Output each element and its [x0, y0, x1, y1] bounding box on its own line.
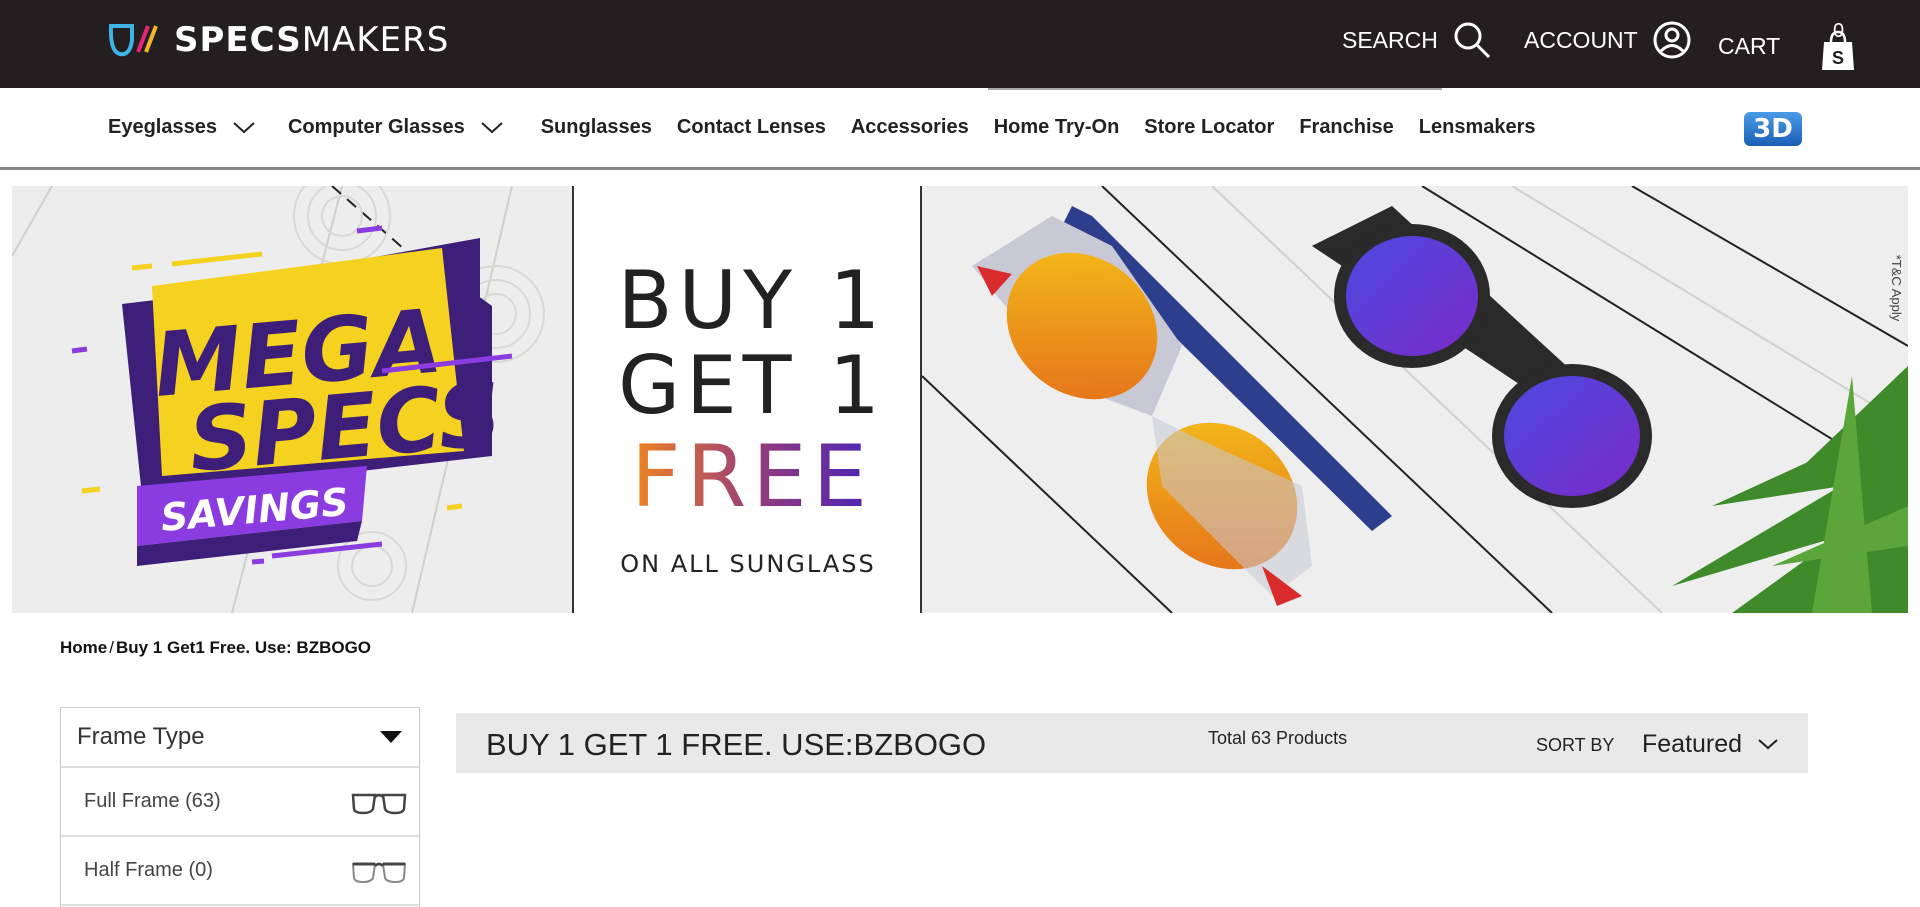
nav-item-lensmakers[interactable]: Lensmakers [1419, 116, 1536, 139]
caret-down-icon [380, 731, 402, 743]
breadcrumb-home[interactable]: Home [60, 638, 107, 658]
nav-item-home-try-on[interactable]: Home Try-On [994, 116, 1120, 139]
sort-select[interactable]: Featured [1642, 730, 1778, 759]
chevron-down-icon [1758, 739, 1778, 750]
filter-title: Frame Type [77, 723, 205, 750]
filter-option-label: Full Frame (63) [84, 790, 221, 812]
half-frame-glasses-icon [351, 862, 407, 883]
banner-tc-text: *T&C Apply [1889, 255, 1904, 322]
sort-selected-value: Featured [1642, 730, 1743, 758]
nav-item-label: Accessories [850, 116, 969, 138]
nav-item-accessories[interactable]: Accessories [851, 116, 969, 139]
nav-item-eyeglasses[interactable]: Eyeglasses [108, 116, 255, 139]
nav-item-contact-lenses[interactable]: Contact Lenses [677, 116, 826, 139]
nav-item-label: Home Try-On [993, 116, 1120, 138]
frame-type-filter: Frame Type Full Frame (63) Half Frame (0… [60, 707, 420, 907]
nav-item-label: Eyeglasses [108, 116, 217, 138]
nav-item-label: Contact Lenses [676, 116, 826, 138]
nav-item-label: Lensmakers [1418, 116, 1536, 138]
sort-by-label: SORT BY [1536, 735, 1615, 755]
account-button[interactable]: ACCOUNT [1524, 20, 1692, 60]
logo-glasses-icon [108, 24, 158, 57]
search-button[interactable]: SEARCH [1342, 20, 1492, 60]
cart-label: CART [1718, 32, 1781, 59]
chevron-down-icon [481, 121, 503, 133]
nav-divider [988, 88, 1442, 90]
results-title: BUY 1 GET 1 FREE. USE:BZBOGO [486, 727, 987, 762]
search-label: SEARCH [1342, 26, 1438, 53]
breadcrumb: Home / Buy 1 Get1 Free. Use: BZBOGO [60, 634, 371, 658]
breadcrumb-separator: / [109, 638, 114, 657]
nav-item-label: Computer Glasses [287, 116, 465, 138]
nav-item-sunglasses[interactable]: Sunglasses [541, 116, 652, 139]
nav-item-label: Sunglasses [540, 116, 652, 138]
cart-count-badge: 0 [1833, 20, 1845, 42]
banner-buy-text: BUY 1 [618, 254, 887, 347]
account-label: ACCOUNT [1524, 26, 1638, 53]
banner-free-text: FREE [631, 427, 873, 527]
frame-type-filter-toggle[interactable]: Frame Type [61, 708, 419, 768]
logo-text: SPECSMAKERS [174, 20, 450, 60]
account-icon [1653, 21, 1691, 59]
search-icon [1454, 22, 1490, 59]
promo-banner[interactable]: MEGA SPECS SAVINGS BUY 1 GET 1 FREE ON A… [12, 186, 1908, 613]
specsmakers-logo[interactable]: SPECSMAKERS [108, 20, 449, 60]
filter-option-label: Half Frame (0) [84, 859, 213, 881]
banner-artwork: MEGA SPECS SAVINGS BUY 1 GET 1 FREE ON A… [12, 186, 1908, 613]
banner-get-text: GET 1 [618, 339, 886, 432]
nav-item-store-locator[interactable]: Store Locator [1144, 116, 1274, 139]
svg-text:S: S [1832, 48, 1844, 68]
results-header: BUY 1 GET 1 FREE. USE:BZBOGO Total 63 Pr… [456, 713, 1808, 773]
top-bar: SPECSMAKERS SEARCH ACCOUNT CART S 0 [0, 0, 1920, 88]
results-total-count: Total 63 Products [1208, 728, 1348, 748]
filter-option-half-frame[interactable]: Half Frame (0) [61, 837, 419, 906]
full-frame-glasses-icon [351, 793, 407, 814]
banner-on-all-text: ON ALL SUNGLASS [620, 550, 875, 578]
nav-item-franchise[interactable]: Franchise [1299, 116, 1393, 139]
breadcrumb-current: Buy 1 Get1 Free. Use: BZBOGO [115, 638, 372, 657]
main-nav: Eyeglasses Computer Glasses Sunglasses C… [0, 88, 1920, 170]
chevron-down-icon [233, 121, 255, 133]
nav-item-label: Franchise [1299, 116, 1394, 138]
3d-try-on-badge[interactable]: 3D [1744, 112, 1802, 146]
filter-option-full-frame[interactable]: Full Frame (63) [61, 768, 419, 837]
nav-item-label: Store Locator [1144, 116, 1275, 138]
nav-item-computer-glasses[interactable]: Computer Glasses [288, 116, 503, 139]
